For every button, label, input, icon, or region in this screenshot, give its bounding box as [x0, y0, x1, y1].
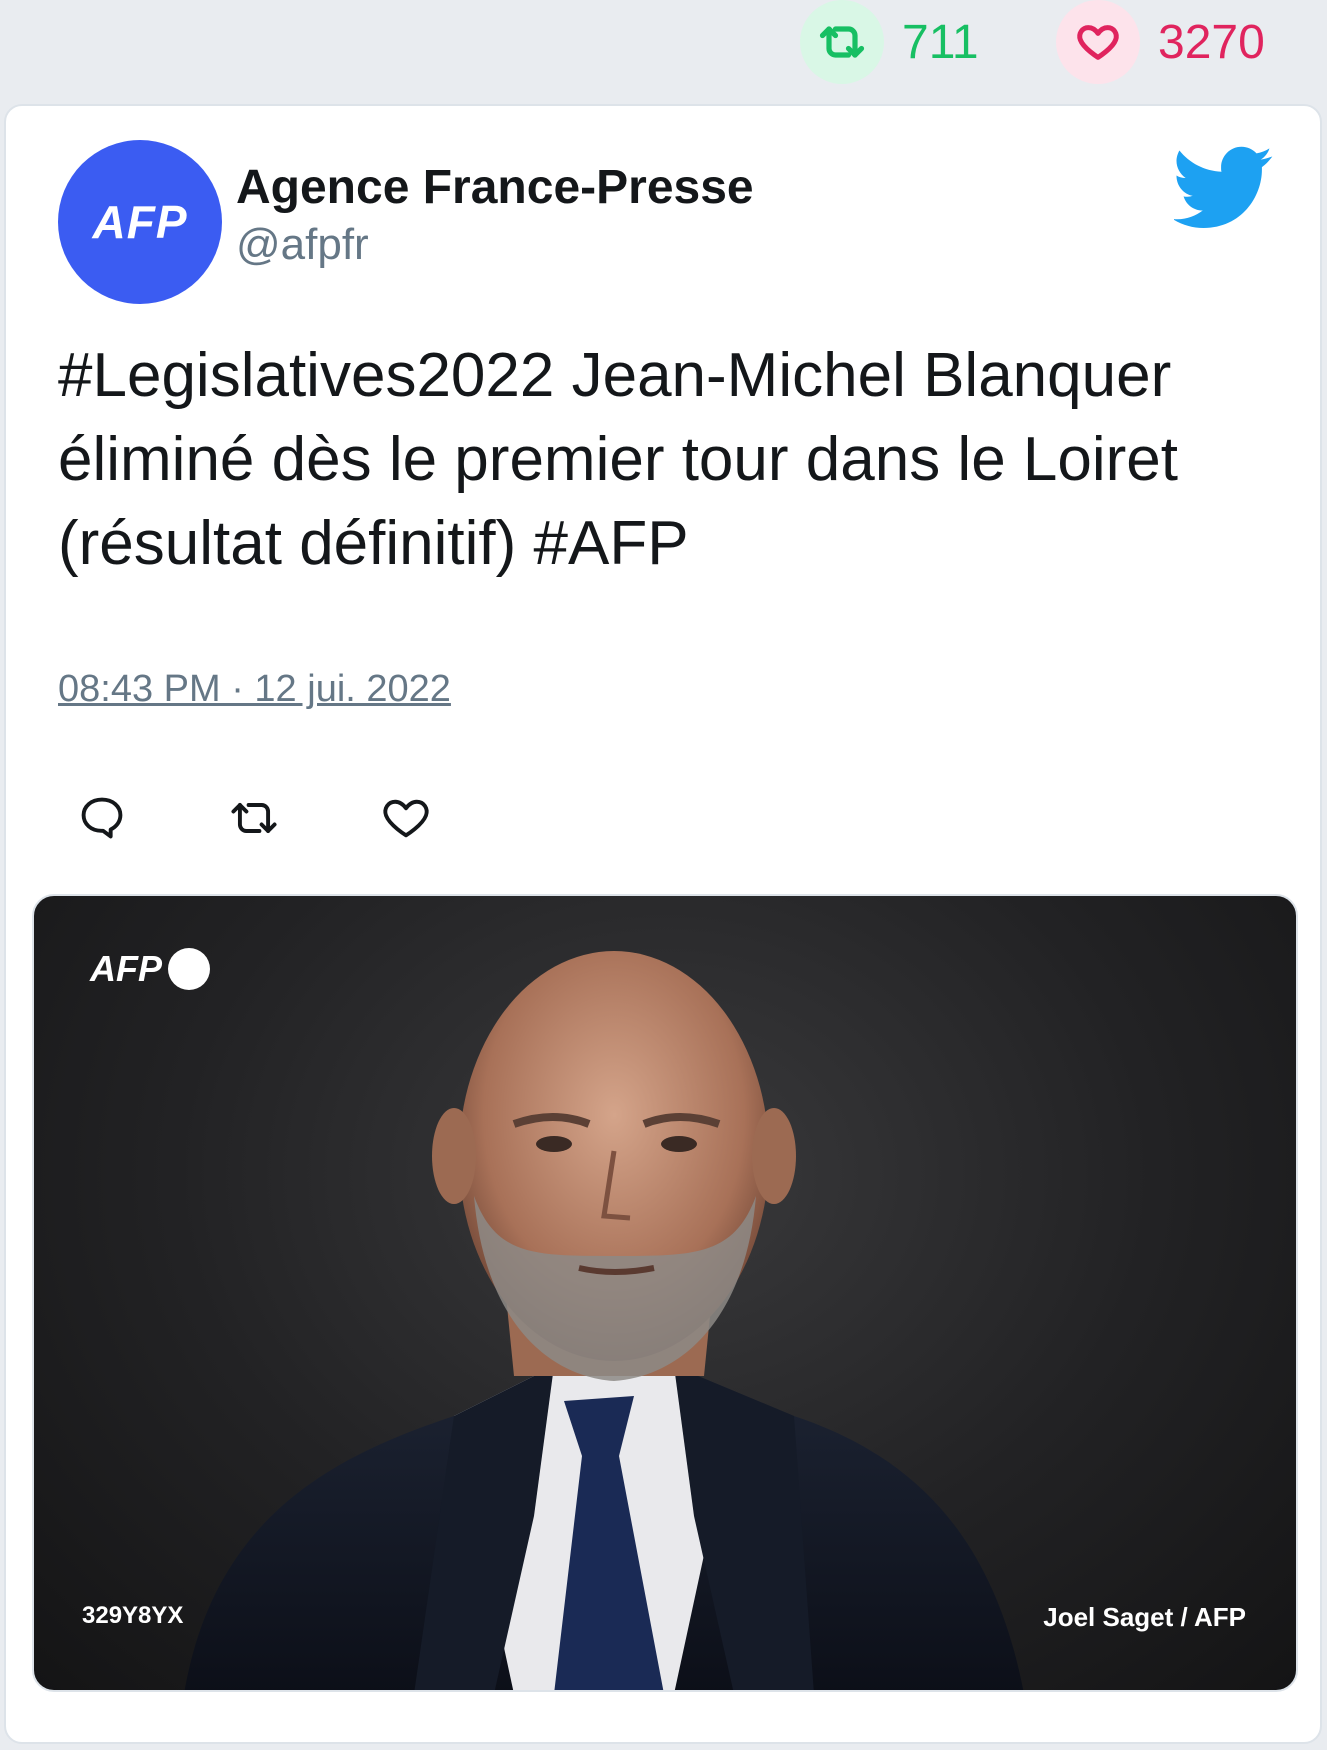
tweet-card: AFP Agence France-Presse @afpfr #Legisla…: [4, 104, 1322, 1744]
like-count-stat[interactable]: 3270: [1056, 0, 1265, 84]
heart-icon[interactable]: [380, 792, 432, 844]
photo-credit: Joel Saget / AFP: [1043, 1602, 1246, 1632]
retweet-count-stat[interactable]: 711: [800, 0, 979, 84]
tweet-media-photo[interactable]: AFP 329Y8YX Joel Saget / AFP: [32, 894, 1298, 1692]
like-count: 3270: [1158, 15, 1265, 69]
author-handle[interactable]: @afpfr: [236, 220, 369, 270]
retweet-icon[interactable]: [800, 0, 884, 84]
afp-watermark-logo: AFP: [90, 948, 210, 990]
tweet-actions: [76, 788, 532, 848]
portrait-photo: [184, 951, 1024, 1690]
twitter-bird-icon[interactable]: [1172, 146, 1274, 230]
reply-icon[interactable]: [76, 792, 128, 844]
tweet-timestamp-link[interactable]: 08:43 PM · 12 jui. 2022: [58, 668, 451, 711]
photo-id: 329Y8YX: [82, 1602, 184, 1629]
tweet-text: #Legislatives2022 Jean-Michel Blanquer é…: [58, 341, 1178, 578]
avatar-logo-text: AFP: [92, 196, 188, 248]
tweet-stats-bar: 711 3270: [0, 0, 1327, 98]
heart-icon[interactable]: [1056, 0, 1140, 84]
retweet-icon[interactable]: [228, 792, 280, 844]
retweet-count: 711: [902, 15, 979, 69]
avatar[interactable]: AFP: [58, 140, 222, 304]
author-name[interactable]: Agence France-Presse: [236, 160, 754, 215]
